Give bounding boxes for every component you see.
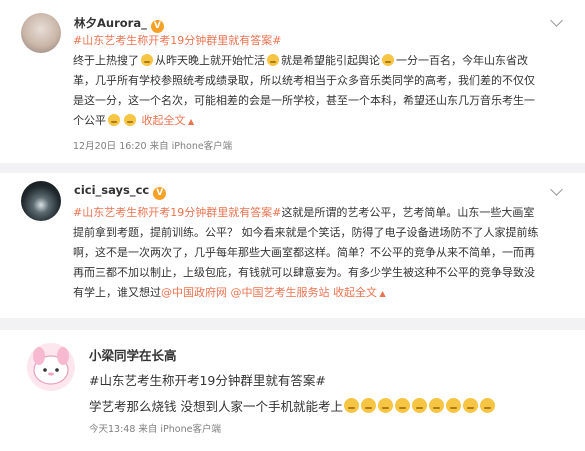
collapse-arrow-icon[interactable]: ▲: [186, 117, 194, 126]
body-text: 革，几乎所有学校参照统考成绩录取，所以统考相当于众多音乐类同学的高考，我们差的不…: [73, 74, 535, 87]
sad-face-emoji: [394, 398, 410, 413]
sad-face-emoji: [124, 114, 136, 126]
post-body: #山东艺考生称开考19分钟群里就有答案#这就是所谓的艺考公平，艺考简单。山东一些…: [73, 203, 573, 304]
username[interactable]: 小梁同学在长高: [89, 345, 177, 364]
username-text[interactable]: cici_says_cc: [74, 183, 149, 197]
sad-face-emoji: [445, 398, 461, 413]
post-body: 学艺考那么烧钱 没想到人家一个手机就能考上: [89, 396, 496, 415]
chevron-down-icon[interactable]: [550, 14, 563, 27]
body-text: 一分一百名，今年山东省改: [396, 54, 528, 67]
topic-hashtag[interactable]: #山东艺考生称开考19分钟群里就有答案#: [89, 370, 326, 389]
username[interactable]: cici_says_cc V: [74, 183, 167, 200]
body-text: 是这一分，这一个名次，可能相差的会是一所学校，甚至一个本科，希望还山东几万音乐考…: [73, 94, 535, 107]
sad-face-emoji: [343, 398, 359, 413]
sad-face-emoji: [360, 398, 376, 413]
mention-link[interactable]: @中国艺考生服务站: [231, 286, 330, 299]
weibo-post-2: cici_says_cc V #山东艺考生称开考19分钟群里就有答案#这就是所谓的…: [0, 173, 585, 323]
post-body: 终于上热搜了 从昨天晚上就开始忙活 就是希望能引起舆论 一分一百名，今年山东省改 革，…: [73, 51, 573, 132]
body-text: 学艺考那么烧钱 没想到人家一个手机就能考上: [89, 399, 343, 414]
verified-badge-icon: V: [153, 187, 167, 200]
sad-face-emoji: [411, 398, 427, 413]
collapse-arrow-icon[interactable]: ▲: [377, 289, 386, 298]
body-text: 有学上，谁又想过: [73, 286, 161, 299]
collapse-link[interactable]: 收起全文: [142, 114, 186, 127]
post-meta: 今天13:48 来自 iPhone客户端: [89, 424, 221, 435]
chevron-down-icon[interactable]: [550, 183, 563, 196]
avatar-cartoon: [33, 347, 69, 385]
body-text: 终于上热搜了: [73, 54, 139, 67]
body-text: 啊，这不是一次两次了，几乎每年那些大画室都这样。简单？不公平的竞争从来不简单，一…: [73, 246, 535, 259]
sad-face-emoji: [108, 114, 120, 126]
mention-link[interactable]: @中国政府网: [161, 286, 227, 299]
divider: [0, 318, 585, 330]
sad-face-emoji: [462, 398, 478, 413]
body-text: 提前拿到考题，提前训练。公平？ 如今看来就是个笑话，防得了电子设备进场防不了人家…: [73, 226, 539, 239]
weibo-post-1: 林夕Aurora_ V #山东艺考生称开考19分钟群里就有答案# 终于上热搜了 从昨…: [0, 0, 585, 160]
avatar[interactable]: [21, 181, 61, 221]
topic-hashtag[interactable]: #山东艺考生称开考19分钟群里就有答案#: [73, 31, 281, 51]
sad-face-emoji: [428, 398, 444, 413]
collapse-link[interactable]: 收起全文: [333, 286, 377, 299]
body-text: 再而三都不加以制止，上级包庇，有钱就可以肆意妄为。有多少学生被这种不公平的竞争导…: [73, 266, 535, 279]
topic-hashtag[interactable]: #山东艺考生称开考19分钟群里就有答案#: [73, 206, 281, 219]
username-text[interactable]: 林夕Aurora_: [74, 16, 147, 30]
body-text: 就是希望能引起舆论: [281, 54, 380, 67]
avatar[interactable]: [21, 13, 61, 53]
sad-face-emoji: [479, 398, 495, 413]
avatar[interactable]: [27, 343, 75, 391]
sad-face-emoji: [382, 54, 394, 66]
body-text: 这就是所谓的艺考公平，艺考简单。山东一些大画室: [281, 206, 535, 219]
body-text: 个公平: [73, 114, 106, 127]
body-text: 从昨天晚上就开始忙活: [155, 54, 265, 67]
divider: [0, 163, 585, 173]
sad-face-emoji: [141, 54, 153, 66]
sad-face-emoji: [377, 398, 393, 413]
weibo-post-3: 小梁同学在长高 #山东艺考生称开考19分钟群里就有答案# 学艺考那么烧钱 没想到…: [0, 330, 585, 451]
post-meta: 12月20日 16:20 来自 iPhone客户端: [73, 141, 233, 152]
sad-face-emoji: [267, 54, 279, 66]
